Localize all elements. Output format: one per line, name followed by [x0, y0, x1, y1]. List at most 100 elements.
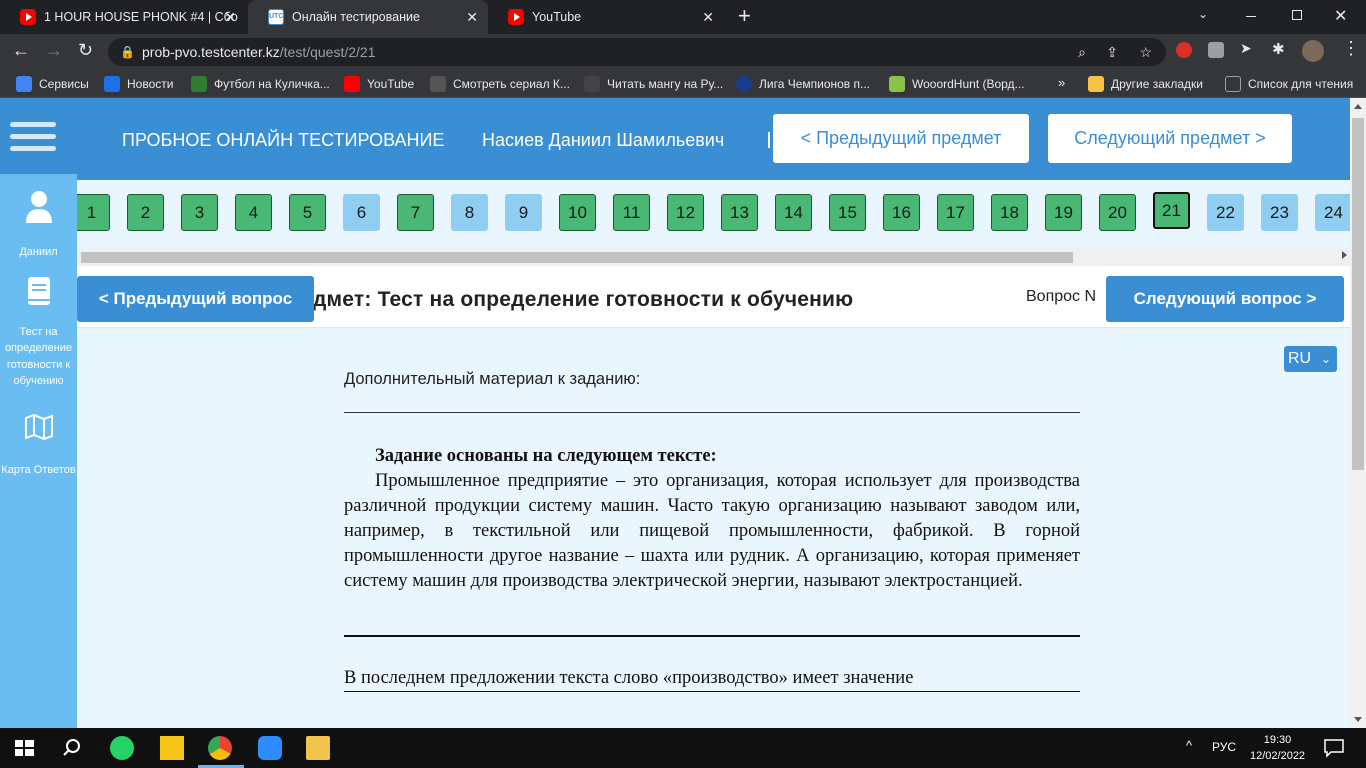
- forward-icon[interactable]: →: [45, 40, 63, 61]
- zoom-app-icon[interactable]: [258, 736, 282, 760]
- question-number-button[interactable]: 14: [775, 194, 812, 231]
- question-number-button[interactable]: 6: [343, 194, 380, 231]
- extensions-puzzle-icon[interactable]: ✱: [1272, 40, 1285, 58]
- bookmark-wooordhunt[interactable]: WooordHunt (Ворд...: [889, 76, 1025, 92]
- news-icon: [104, 76, 120, 92]
- restore-icon[interactable]: [1292, 10, 1302, 20]
- bookmark-youtube[interactable]: YouTube: [344, 76, 414, 92]
- question-number-button[interactable]: 15: [829, 194, 866, 231]
- bookmark-star-icon[interactable]: ☆: [1139, 38, 1152, 66]
- bookmark-label: Читать мангу на Ру...: [607, 77, 724, 91]
- bookmark-football[interactable]: Футбол на Куличка...: [191, 76, 330, 92]
- extension-icon[interactable]: [1208, 42, 1224, 58]
- header-title: ПРОБНОЕ ОНЛАЙН ТЕСТИРОВАНИЕ: [122, 130, 445, 150]
- bookmark-series[interactable]: Смотреть сериал К...: [430, 76, 570, 92]
- address-bar[interactable]: 🔒 prob-pvo.testcenter.kz/test/quest/2/21…: [108, 38, 1166, 66]
- question-number-button[interactable]: 17: [937, 194, 974, 231]
- site-header: ПРОБНОЕ ОНЛАЙН ТЕСТИРОВАНИЕ Насиев Дании…: [0, 98, 1350, 180]
- question-number-label: Вопрос N: [1026, 288, 1097, 305]
- sticky-notes-icon[interactable]: [160, 736, 184, 760]
- prev-question-button[interactable]: < Предыдущий вопрос: [77, 276, 314, 322]
- question-number-button[interactable]: 10: [559, 194, 596, 231]
- question-number-button[interactable]: 11: [613, 194, 650, 231]
- clock[interactable]: 19:30 12/02/2022: [1250, 732, 1305, 764]
- question-number-button[interactable]: 3: [181, 194, 218, 231]
- apps-grid-icon: [16, 76, 32, 92]
- bookmark-manga[interactable]: Читать мангу на Ру...: [584, 76, 723, 92]
- more-bookmarks-icon[interactable]: »: [1058, 75, 1065, 90]
- tab-strip: 1 HOUR HOUSE PHONK #4 | Сбо ✕ UTC Онлайн…: [0, 0, 1366, 34]
- tab-youtube[interactable]: YouTube ✕: [488, 0, 724, 34]
- search-icon[interactable]: [60, 736, 84, 760]
- sidebar-item-user[interactable]: Даниил: [0, 190, 77, 260]
- next-subject-button[interactable]: Следующий предмет >: [1048, 114, 1292, 163]
- question-number-button[interactable]: 21: [1153, 192, 1190, 229]
- question-number-button[interactable]: 8: [451, 194, 488, 231]
- menu-dots-icon[interactable]: ⋮: [1342, 38, 1360, 59]
- scroll-right-arrow-icon[interactable]: [1342, 251, 1347, 259]
- reading-list-icon: [1225, 76, 1241, 92]
- bookmark-reading-list[interactable]: Список для чтения: [1225, 76, 1353, 92]
- question-number-button[interactable]: 23: [1261, 194, 1298, 231]
- tab-search-icon[interactable]: ⌄: [1198, 7, 1208, 21]
- share-icon[interactable]: ⇪: [1106, 38, 1118, 66]
- sidebar-item-answer-map[interactable]: Карта Ответов: [0, 413, 77, 478]
- question-number-button[interactable]: 24: [1315, 194, 1350, 231]
- whatsapp-icon[interactable]: [110, 736, 134, 760]
- cursor-extension-icon[interactable]: ➤: [1240, 40, 1252, 57]
- scrollbar-thumb[interactable]: [81, 252, 1073, 263]
- vertical-scrollbar[interactable]: [1350, 98, 1366, 728]
- sidebar-item-test[interactable]: Тест на определение готовности к обучени…: [0, 276, 77, 390]
- tab-youtube-phonk[interactable]: 1 HOUR HOUSE PHONK #4 | Сбо ✕: [0, 0, 246, 34]
- tab-online-testing[interactable]: UTC Онлайн тестирование ✕: [248, 0, 488, 34]
- sidebar-label: Даниил: [19, 245, 58, 258]
- question-number-button[interactable]: 4: [235, 194, 272, 231]
- minimize-icon[interactable]: [1246, 16, 1256, 17]
- youtube-icon: [344, 76, 360, 92]
- file-explorer-icon[interactable]: [306, 736, 330, 760]
- keyboard-language[interactable]: РУС: [1212, 740, 1236, 754]
- divider: [344, 412, 1080, 413]
- question-number-button[interactable]: 1: [77, 194, 110, 231]
- scroll-down-arrow-icon[interactable]: [1354, 717, 1362, 722]
- prev-subject-button[interactable]: < Предыдущий предмет: [773, 114, 1029, 163]
- bookmark-label: Другие закладки: [1111, 77, 1203, 91]
- question-number-button[interactable]: 18: [991, 194, 1028, 231]
- back-icon[interactable]: ←: [12, 40, 30, 61]
- close-icon[interactable]: ✕: [466, 9, 478, 25]
- question-number-button[interactable]: 13: [721, 194, 758, 231]
- new-tab-icon[interactable]: +: [738, 5, 751, 27]
- close-icon[interactable]: ✕: [224, 9, 236, 25]
- question-number-button[interactable]: 22: [1207, 194, 1244, 231]
- question-number-button[interactable]: 20: [1099, 194, 1136, 231]
- bookmark-news[interactable]: Новости: [104, 76, 173, 92]
- language-select[interactable]: RU ⌄: [1284, 346, 1337, 372]
- question-number-button[interactable]: 2: [127, 194, 164, 231]
- bookmark-champions[interactable]: Лига Чемпионов п...: [736, 76, 870, 92]
- windows-start-icon[interactable]: [12, 736, 36, 760]
- chevron-up-icon[interactable]: ^: [1186, 738, 1192, 753]
- question-number-button[interactable]: 7: [397, 194, 434, 231]
- chrome-icon[interactable]: [208, 736, 232, 760]
- question-number-strip: 1 2 3 4 5 6 7 8 9 10 11 12 13 14 15 16 17 18 19 20 21 22 23 24: [77, 180, 1350, 248]
- next-question-button[interactable]: Следующий вопрос >: [1106, 276, 1344, 322]
- question-number-button[interactable]: 16: [883, 194, 920, 231]
- question-number-button[interactable]: 19: [1045, 194, 1082, 231]
- notifications-icon[interactable]: [1322, 736, 1346, 760]
- scrollbar-thumb[interactable]: [1352, 118, 1364, 470]
- adblock-extension-icon[interactable]: [1176, 42, 1192, 58]
- profile-avatar[interactable]: [1302, 40, 1324, 62]
- hamburger-menu-icon[interactable]: [10, 122, 56, 158]
- question-number-button[interactable]: 9: [505, 194, 542, 231]
- scroll-up-arrow-icon[interactable]: [1354, 104, 1362, 109]
- bookmark-services[interactable]: Сервисы: [16, 76, 89, 92]
- bookmark-other[interactable]: Другие закладки: [1088, 76, 1203, 92]
- question-number-button[interactable]: 12: [667, 194, 704, 231]
- close-icon[interactable]: ✕: [702, 9, 714, 25]
- reload-icon[interactable]: ↻: [78, 40, 93, 61]
- manga-icon: [584, 76, 600, 92]
- window-close-icon[interactable]: ✕: [1334, 6, 1347, 26]
- question-number-button[interactable]: 5: [289, 194, 326, 231]
- zoom-icon[interactable]: ⌕: [1078, 38, 1086, 66]
- horizontal-scrollbar[interactable]: [77, 248, 1350, 266]
